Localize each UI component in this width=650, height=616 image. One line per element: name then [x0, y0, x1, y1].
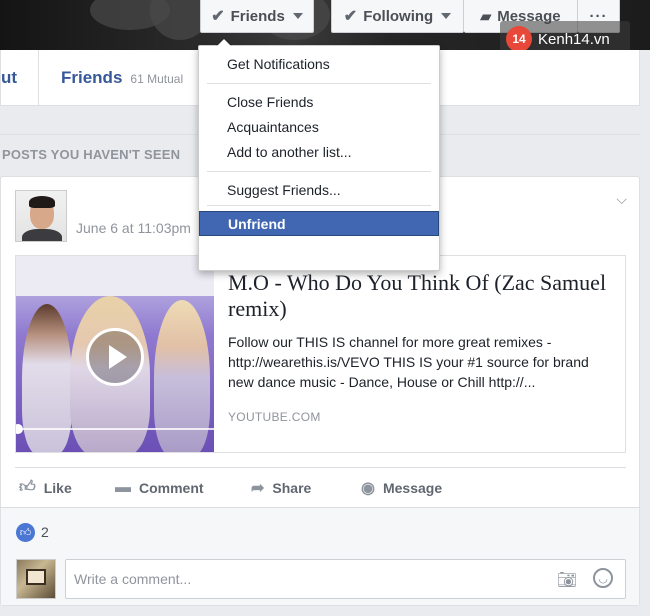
link-title[interactable]: M.O - Who Do You Think Of (Zac Samuel re…: [228, 270, 611, 322]
nav-tab-about-label: ut: [1, 67, 18, 87]
play-icon[interactable]: [86, 328, 144, 386]
caret-down-icon: [441, 13, 452, 19]
menu-divider: [207, 205, 431, 206]
caret-down-icon: [292, 13, 303, 19]
video-thumbnail[interactable]: [16, 256, 214, 452]
watermark-logo: 14: [506, 26, 532, 52]
comment-box: 📷︎ ◡: [65, 559, 626, 599]
section-heading: POSTS YOU HAVEN'T SEEN: [2, 147, 181, 162]
author-avatar[interactable]: [15, 190, 67, 242]
reactions-area: 👍︎ 2 📷︎ ◡: [1, 507, 639, 605]
camera-icon[interactable]: 📷︎: [557, 570, 577, 590]
like-count[interactable]: 2: [41, 524, 49, 540]
menu-divider: [207, 171, 431, 172]
check-icon: ✔: [343, 8, 358, 25]
share-icon: ➦: [251, 479, 265, 497]
menu-item-unfriend[interactable]: Unfriend: [199, 211, 439, 236]
link-source: YOUTUBE.COM: [228, 410, 321, 424]
comment-button[interactable]: ▬ Comment: [111, 479, 247, 497]
comment-input[interactable]: [74, 571, 534, 587]
nav-tab-friends[interactable]: Friends 61 Mutual: [39, 68, 183, 88]
friends-button[interactable]: ✔ Friends: [200, 0, 314, 33]
link-preview[interactable]: M.O - Who Do You Think Of (Zac Samuel re…: [15, 255, 626, 453]
send-message-button[interactable]: ◉ Message: [357, 478, 477, 498]
share-button-label: Share: [272, 479, 312, 496]
friends-dropdown-menu: Get Notifications Close Friends Acquaint…: [198, 38, 440, 271]
chevron-down-icon[interactable]: ⌵: [616, 191, 627, 208]
nav-tab-friends-label: Friends: [61, 67, 123, 87]
like-reaction-icon[interactable]: 👍︎: [16, 523, 35, 542]
menu-item-close-friends[interactable]: Close Friends: [199, 90, 439, 115]
friends-button-label: Friends: [230, 7, 285, 25]
menu-item-suggest-friends[interactable]: Suggest Friends...: [199, 178, 439, 203]
following-button-label: Following: [363, 7, 434, 25]
menu-divider: [207, 83, 431, 84]
nav-tab-about[interactable]: ut: [1, 50, 39, 105]
menu-item-add-to-list[interactable]: Add to another list...: [199, 140, 439, 165]
watermark-text: Kenh14.vn: [538, 30, 610, 48]
mutual-friends-count: 61 Mutual: [130, 71, 184, 86]
messenger-icon: ◉: [361, 479, 375, 497]
video-progress-handle[interactable]: [16, 424, 23, 434]
comment-button-label: Comment: [139, 479, 204, 496]
share-button[interactable]: ➦ Share: [247, 478, 357, 498]
send-message-label: Message: [382, 479, 443, 496]
comment-icon: ▬: [115, 478, 131, 496]
message-icon: ▰: [480, 7, 492, 24]
menu-item-get-notifications[interactable]: Get Notifications: [199, 52, 439, 77]
like-button[interactable]: 👍︎ Like: [15, 478, 111, 497]
emoji-icon[interactable]: ◡: [593, 568, 613, 588]
link-description: Follow our THIS IS channel for more grea…: [228, 334, 589, 390]
thumbs-up-icon: 👍︎: [19, 479, 36, 496]
post-timestamp[interactable]: June 6 at 11:03pm: [76, 220, 191, 236]
menu-item-acquaintances[interactable]: Acquaintances: [199, 115, 439, 140]
commenter-avatar: [16, 559, 56, 599]
video-progress-bar: [16, 428, 214, 430]
like-button-label: Like: [43, 479, 72, 496]
post-actions: 👍︎ Like ▬ Comment ➦ Share ◉ Message: [15, 467, 626, 507]
check-icon: ✔: [211, 8, 225, 25]
following-button[interactable]: ✔ Following: [331, 0, 464, 33]
